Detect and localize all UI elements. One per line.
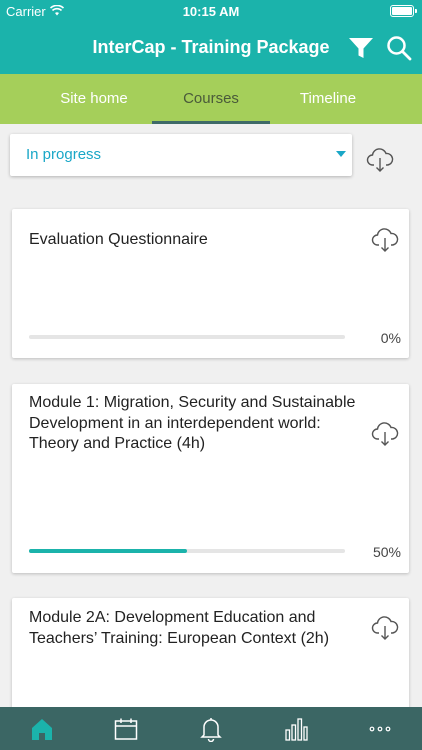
tab-courses[interactable]: Courses <box>152 74 270 124</box>
app-header: InterCap - Training Package <box>0 22 422 74</box>
cloud-download-icon[interactable] <box>371 226 399 254</box>
bell-icon[interactable] <box>198 716 224 743</box>
search-icon[interactable] <box>386 35 412 61</box>
course-card[interactable]: Module 1: Migration, Security and Sustai… <box>12 384 409 573</box>
calendar-icon[interactable] <box>113 716 139 742</box>
filter-icon[interactable] <box>348 35 374 61</box>
tab-bar: Site home Courses Timeline <box>0 74 422 124</box>
home-icon[interactable] <box>29 716 55 742</box>
course-title: Module 1: Migration, Security and Sustai… <box>29 394 356 452</box>
status-bar: Carrier 10:15 AM <box>0 0 422 22</box>
filter-selected-value: In progress <box>26 146 102 163</box>
clock: 10:15 AM <box>182 4 240 19</box>
battery-icon <box>390 5 417 17</box>
chevron-down-icon <box>336 151 346 157</box>
course-card[interactable]: Evaluation Questionnaire 0% <box>12 209 409 358</box>
bottom-nav <box>0 707 422 750</box>
course-title: Module 2A: Development Education and Tea… <box>29 609 330 647</box>
progress-bar <box>29 549 345 553</box>
tab-timeline[interactable]: Timeline <box>269 74 387 124</box>
more-icon[interactable] <box>367 716 393 742</box>
course-title: Evaluation Questionnaire <box>29 231 208 248</box>
progress-label: 0% <box>380 330 401 346</box>
progress-fill <box>29 549 187 553</box>
header-actions <box>348 35 412 61</box>
progress-bar <box>29 335 345 339</box>
cloud-download-icon[interactable] <box>371 420 399 448</box>
course-filter-select[interactable]: In progress <box>10 134 352 176</box>
chart-icon[interactable] <box>283 716 309 742</box>
tab-site-home[interactable]: Site home <box>35 74 153 124</box>
cloud-download-icon[interactable] <box>366 146 394 174</box>
cloud-download-icon[interactable] <box>371 614 399 642</box>
progress-label: 50% <box>372 544 401 560</box>
active-tab-indicator <box>152 121 270 124</box>
